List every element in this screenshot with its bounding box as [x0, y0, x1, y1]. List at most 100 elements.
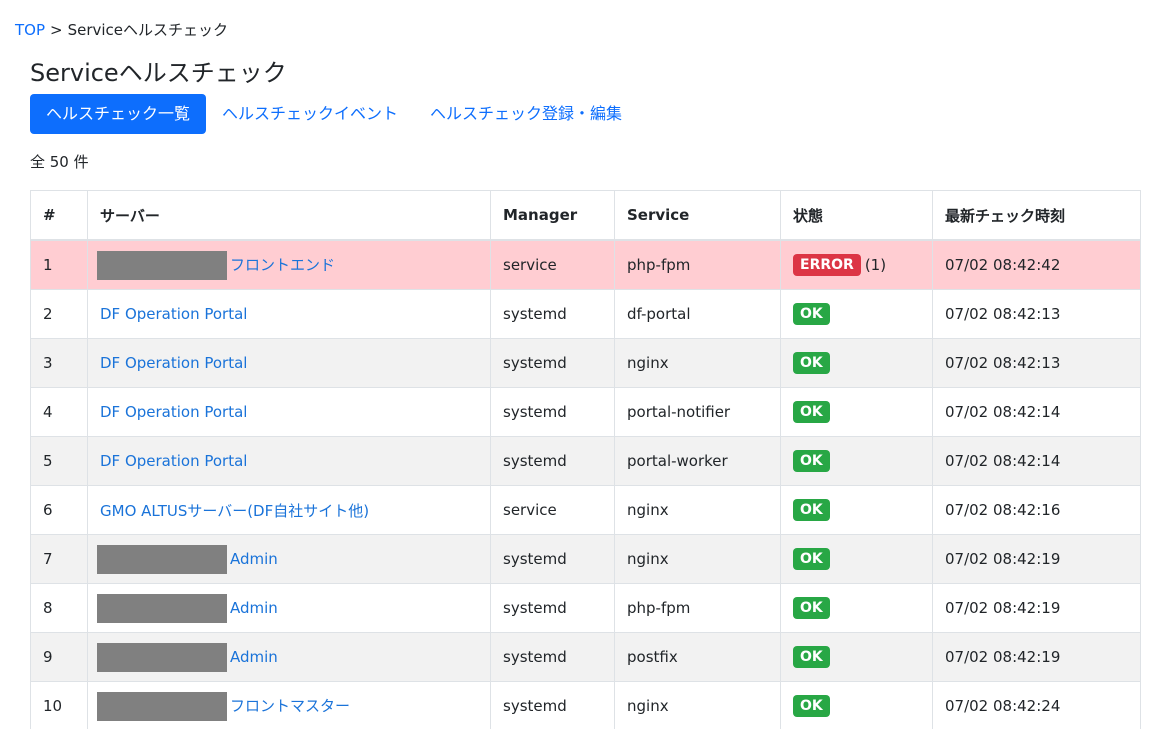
- row-number: 3: [30, 338, 88, 388]
- latest-check-time-cell: 07/02 08:42:19: [932, 632, 1141, 682]
- server-link[interactable]: DF Operation Portal: [100, 403, 247, 421]
- column-header-service: Service: [614, 190, 781, 241]
- manager-cell: systemd: [490, 436, 615, 486]
- service-cell: nginx: [614, 338, 781, 388]
- status-cell: ERROR (1): [780, 239, 933, 290]
- status-cell: OK: [780, 583, 933, 633]
- table-header-row: # サーバー Manager Service 状態 最新チェック時刻: [30, 190, 1141, 241]
- status-cell: OK: [780, 387, 933, 437]
- breadcrumb: TOP > Serviceヘルスチェック: [15, 20, 228, 40]
- latest-check-time-cell: 07/02 08:42:13: [932, 289, 1141, 339]
- redacted-block: [97, 593, 227, 623]
- server-cell: DF Operation Portal: [87, 289, 491, 339]
- service-cell: php-fpm: [614, 583, 781, 633]
- status-badge: OK: [793, 450, 830, 472]
- server-cell: DF Operation Portal: [87, 338, 491, 388]
- table-row: 9 Admin systemd postfix OK 07/02 08:42:19: [30, 632, 1141, 682]
- table-row: 1 フロントエンド service php-fpm ERROR (1) 07/02 08:4…: [30, 239, 1141, 290]
- server-link[interactable]: Admin: [230, 599, 278, 617]
- redacted-block: [97, 691, 227, 721]
- manager-cell: systemd: [490, 632, 615, 682]
- manager-cell: systemd: [490, 681, 615, 729]
- table-row: 3 DF Operation Portal systemd nginx OK 07/02 …: [30, 338, 1141, 388]
- server-link[interactable]: DF Operation Portal: [100, 305, 247, 323]
- service-cell: nginx: [614, 534, 781, 584]
- server-cell: フロントエンド: [87, 239, 491, 290]
- latest-check-time-cell: 07/02 08:42:14: [932, 387, 1141, 437]
- status-badge: OK: [793, 695, 830, 717]
- service-cell: portal-notifier: [614, 387, 781, 437]
- service-cell: nginx: [614, 485, 781, 535]
- tab-healthcheck-list[interactable]: ヘルスチェック一覧: [30, 94, 207, 134]
- table-row: 4 DF Operation Portal systemd portal-notifi…: [30, 387, 1141, 437]
- column-header-number: #: [30, 190, 88, 241]
- latest-check-time-cell: 07/02 08:42:19: [932, 583, 1141, 633]
- server-link[interactable]: DF Operation Portal: [100, 452, 247, 470]
- status-cell: OK: [780, 534, 933, 584]
- table-row: 6 GMO ALTUSサーバー(DF自社サイト他) service nginx OK 07…: [30, 485, 1141, 535]
- row-number: 8: [30, 583, 88, 633]
- row-number: 7: [30, 534, 88, 584]
- server-cell: GMO ALTUSサーバー(DF自社サイト他): [87, 485, 491, 535]
- status-badge: OK: [793, 499, 830, 521]
- status-cell: OK: [780, 681, 933, 729]
- server-link[interactable]: フロントエンド: [230, 256, 335, 274]
- tab-healthcheck-events[interactable]: ヘルスチェックイベント: [206, 94, 414, 134]
- status-cell: OK: [780, 289, 933, 339]
- latest-check-time-cell: 07/02 08:42:14: [932, 436, 1141, 486]
- server-cell: DF Operation Portal: [87, 436, 491, 486]
- row-number: 4: [30, 387, 88, 437]
- row-number: 9: [30, 632, 88, 682]
- table-row: 7 Admin systemd nginx OK 07/02 08:42:19: [30, 534, 1141, 584]
- breadcrumb-separator: >: [50, 21, 63, 39]
- status-badge: OK: [793, 401, 830, 423]
- table-body: 1 フロントエンド service php-fpm ERROR (1) 07/02 08:4…: [30, 239, 1141, 729]
- status-badge: OK: [793, 597, 830, 619]
- row-number: 2: [30, 289, 88, 339]
- status-cell: OK: [780, 338, 933, 388]
- row-number: 1: [30, 239, 88, 290]
- status-badge: OK: [793, 303, 830, 325]
- latest-check-time-cell: 07/02 08:42:24: [932, 681, 1141, 729]
- manager-cell: systemd: [490, 338, 615, 388]
- status-badge: OK: [793, 548, 830, 570]
- manager-cell: service: [490, 485, 615, 535]
- breadcrumb-top-link[interactable]: TOP: [15, 21, 45, 39]
- total-count: 全 50 件: [30, 153, 89, 171]
- latest-check-time-cell: 07/02 08:42:42: [932, 239, 1141, 290]
- server-cell: DF Operation Portal: [87, 387, 491, 437]
- breadcrumb-current: Serviceヘルスチェック: [67, 21, 229, 39]
- server-cell: Admin: [87, 534, 491, 584]
- server-link[interactable]: Admin: [230, 648, 278, 666]
- tab-healthcheck-register-edit[interactable]: ヘルスチェック登録・編集: [414, 94, 638, 134]
- column-header-latest-check-time: 最新チェック時刻: [932, 190, 1141, 241]
- status-cell: OK: [780, 436, 933, 486]
- column-header-manager: Manager: [490, 190, 615, 241]
- service-cell: postfix: [614, 632, 781, 682]
- server-link[interactable]: フロントマスター: [230, 697, 350, 715]
- server-cell: フロントマスター: [87, 681, 491, 729]
- redacted-block: [97, 544, 227, 574]
- healthcheck-table-container: # サーバー Manager Service 状態 最新チェック時刻 1 フロント…: [30, 190, 1141, 729]
- service-cell: df-portal: [614, 289, 781, 339]
- table-row: 10 フロントマスター systemd nginx OK 07/02 08:42:24: [30, 681, 1141, 729]
- server-link[interactable]: DF Operation Portal: [100, 354, 247, 372]
- row-number: 5: [30, 436, 88, 486]
- server-cell: Admin: [87, 632, 491, 682]
- latest-check-time-cell: 07/02 08:42:16: [932, 485, 1141, 535]
- manager-cell: systemd: [490, 583, 615, 633]
- manager-cell: systemd: [490, 387, 615, 437]
- server-cell: Admin: [87, 583, 491, 633]
- status-badge: ERROR: [793, 254, 861, 276]
- latest-check-time-cell: 07/02 08:42:19: [932, 534, 1141, 584]
- column-header-server: サーバー: [87, 190, 491, 241]
- status-cell: OK: [780, 485, 933, 535]
- manager-cell: systemd: [490, 289, 615, 339]
- status-cell: OK: [780, 632, 933, 682]
- server-link[interactable]: Admin: [230, 550, 278, 568]
- column-header-status: 状態: [780, 190, 933, 241]
- status-count: (1): [864, 256, 887, 274]
- status-badge: OK: [793, 352, 830, 374]
- server-link[interactable]: GMO ALTUSサーバー(DF自社サイト他): [100, 502, 369, 520]
- tab-bar: ヘルスチェック一覧 ヘルスチェックイベント ヘルスチェック登録・編集: [30, 94, 638, 134]
